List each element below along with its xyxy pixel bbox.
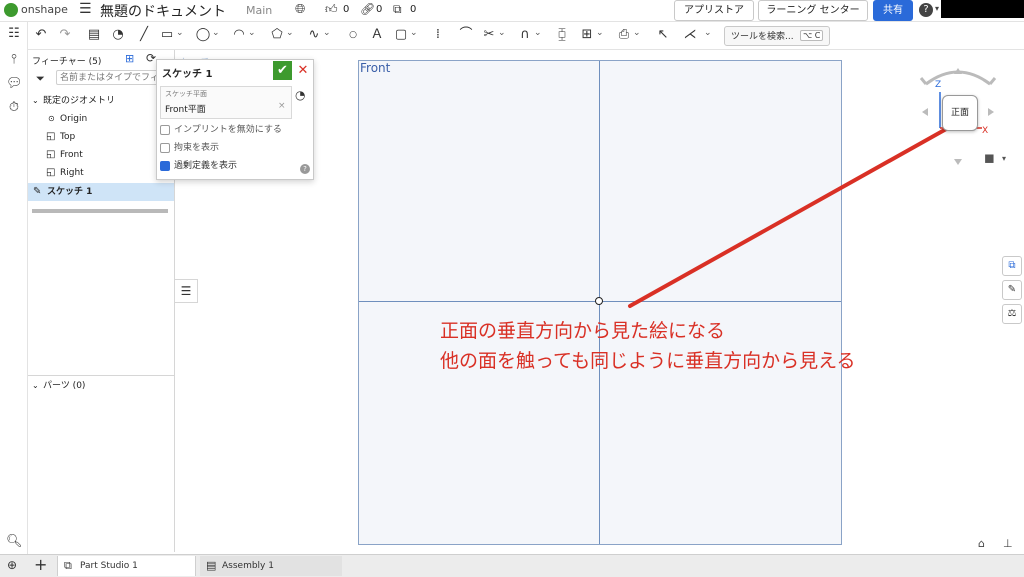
tab-manager-icon[interactable]: ⊕: [7, 558, 17, 572]
tab-label: Assembly 1: [222, 561, 274, 571]
annotation-arrow: [628, 126, 950, 308]
appearance-icon[interactable]: ✎: [1002, 280, 1022, 300]
chevron-down-icon[interactable]: ▾: [1002, 154, 1006, 163]
annotation-line-1: 正面の垂直方向から見た絵になる: [440, 320, 726, 342]
measure-icon[interactable]: ⌂: [978, 537, 985, 550]
section-view-icon[interactable]: ⊥: [1003, 537, 1013, 550]
add-tab-icon[interactable]: +: [34, 555, 47, 574]
assembly-icon: ▤: [206, 559, 217, 572]
display-states-icon[interactable]: ⧉: [1002, 256, 1022, 276]
tab-assembly[interactable]: ▤ Assembly 1: [200, 556, 342, 576]
tab-label: Part Studio 1: [80, 561, 138, 571]
annotation-text: 正面の垂直方向から見た絵になる 他の面を触っても同じように垂直方向から見える: [440, 316, 856, 376]
tab-bar: ⊕ + ⧉ Part Studio 1 ▤ Assembly 1: [0, 554, 1024, 577]
mass-properties-icon[interactable]: ⚖: [1002, 304, 1022, 324]
axis-z-label: Z: [935, 80, 942, 90]
view-mode-cube-icon[interactable]: ◼: [984, 151, 995, 166]
axis-x-label: X: [982, 126, 989, 136]
part-studio-icon: ⧉: [64, 559, 72, 572]
annotation-line-2: 他の面を触っても同じように垂直方向から見える: [440, 350, 856, 372]
view-cube-front-face[interactable]: 正面: [942, 95, 978, 131]
annotation-line: [628, 126, 950, 308]
tab-part-studio[interactable]: ⧉ Part Studio 1: [57, 556, 196, 576]
